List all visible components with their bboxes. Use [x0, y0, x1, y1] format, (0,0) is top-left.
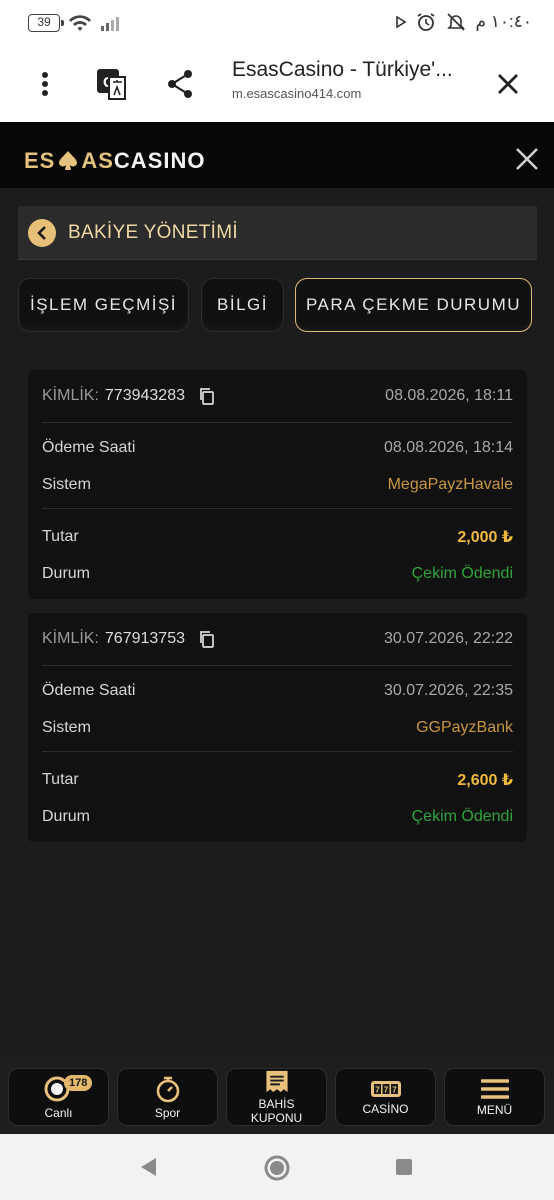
amount-label: Tutar [42, 528, 79, 545]
close-icon[interactable] [514, 146, 540, 172]
more-vert-icon[interactable] [25, 64, 65, 104]
nav-live[interactable]: 178 Canlı [8, 1068, 109, 1126]
amount-value: 2,000 ₺ [457, 529, 513, 546]
status-left: 39 [28, 14, 124, 32]
live-count-badge: 178 [64, 1075, 93, 1091]
page-title: BAKİYE YÖNETİMİ [68, 221, 238, 243]
nav-sport-label: Spor [154, 1105, 181, 1120]
withdrawal-card: KİMLİK: 767913753 30.07.2026, 22:22 Ödeme… [28, 613, 527, 842]
tab-withdrawal-status[interactable]: PARA ÇEKME DURUMU [295, 278, 532, 332]
divider [42, 665, 513, 666]
logo-text-as: AS [81, 148, 114, 173]
divider [42, 422, 513, 423]
battery-icon: 39 [28, 14, 64, 32]
nav-casino[interactable]: 777 CASİNO [335, 1068, 436, 1126]
android-nav-bar [0, 1134, 554, 1200]
copy-icon[interactable] [199, 387, 215, 405]
tab-title-group: EsasCasino - Türkiye'... m.esascasino414… [232, 58, 482, 101]
payment-time-value: 30.07.2026, 22:35 [383, 682, 513, 699]
nav-betslip[interactable]: BAHİS KUPONU [226, 1068, 327, 1126]
menu-icon [480, 1078, 509, 1099]
payment-time-value: 08.08.2026, 18:14 [383, 439, 513, 456]
site-header: ES AS CASINO [0, 122, 554, 188]
home-circle-icon[interactable] [263, 1154, 291, 1182]
created-date: 08.08.2026, 18:11 [385, 387, 513, 404]
stopwatch-icon [156, 1076, 179, 1102]
share-icon[interactable] [160, 64, 200, 104]
signal-icon [101, 17, 119, 31]
system-value: GGPayzBank [416, 719, 513, 736]
created-date: 30.07.2026, 22:22 [383, 630, 513, 647]
svg-text:7: 7 [375, 1085, 380, 1094]
wifi-icon [69, 15, 91, 31]
amount-value: 2,600 ₺ [457, 772, 513, 789]
nav-sport[interactable]: Spor [117, 1068, 218, 1126]
svg-text:7: 7 [383, 1085, 388, 1094]
play-icon [395, 16, 406, 28]
id-label: KİMLİK: [42, 387, 99, 405]
recents-square-icon[interactable] [395, 1158, 413, 1176]
status-badge: Çekim Ödendi [411, 565, 513, 582]
status-label: Durum [42, 565, 91, 582]
alarm-icon [417, 13, 434, 31]
balance-management-panel: BAKİYE YÖNETİMİ İŞLEM GEÇMİŞİ BİLGİ PARA… [0, 188, 554, 1058]
site-logo[interactable]: ES AS CASINO [24, 148, 205, 174]
panel-header: BAKİYE YÖNETİMİ [18, 206, 537, 260]
system-row: Sistem GGPayzBank [42, 716, 513, 740]
close-tab-icon[interactable] [488, 64, 528, 104]
nav-live-label: Canlı [44, 1105, 73, 1120]
translate-icon[interactable]: G [92, 64, 132, 104]
payment-time-row: Ödeme Saati 08.08.2026, 18:14 [42, 436, 513, 460]
svg-text:7: 7 [392, 1085, 397, 1094]
page-url: m.esascasino414.com [232, 86, 362, 101]
nav-casino-label: CASİNO [362, 1101, 409, 1116]
browser-bar: G EsasCasino - Türkiye'... m.esascasino4… [0, 46, 554, 122]
page-tab-title: EsasCasino - Türkiye'... [232, 58, 453, 81]
system-value: MegaPayzHavale [387, 476, 513, 493]
betslip-icon [265, 1070, 288, 1093]
payment-time-label: Ödeme Saati [42, 682, 136, 699]
divider [42, 751, 513, 752]
status-bar: 39 ١٠:٤٠ م [0, 0, 554, 46]
status-badge: Çekim Ödendi [411, 808, 513, 825]
status-right: ١٠:٤٠ م [395, 12, 533, 32]
mute-bell-icon [446, 13, 465, 31]
id-label: KİMLİK: [42, 630, 99, 648]
logo-text-es: ES [24, 148, 56, 173]
tab-info[interactable]: BİLGİ [201, 278, 284, 332]
back-button[interactable] [28, 218, 56, 247]
system-row: Sistem MegaPayzHavale [42, 473, 513, 497]
chevron-left-icon [37, 225, 46, 240]
copy-icon[interactable] [199, 630, 215, 648]
slot-icon: 777 [370, 1080, 401, 1097]
withdrawal-id: 767913753 [104, 630, 185, 648]
divider [42, 508, 513, 509]
withdrawal-id: 773943283 [104, 387, 185, 405]
bottom-nav: 178 Canlı Spor BAHİS KUPONU 777 CASİNO M… [0, 1058, 554, 1134]
clock: ١٠:٤٠ م [475, 12, 533, 31]
amount-row: Tutar 2,000 ₺ [42, 525, 513, 549]
amount-row: Tutar 2,600 ₺ [42, 768, 513, 792]
status-label: Durum [42, 808, 91, 825]
withdrawal-card: KİMLİK: 773943283 08.08.2026, 18:11 Ödeme… [28, 370, 527, 599]
tab-transaction-history[interactable]: İŞLEM GEÇMİŞİ [18, 278, 189, 332]
spade-icon [59, 151, 78, 170]
nav-betslip-label: BAHİS KUPONU [250, 1097, 303, 1125]
logo-text-casino: CASINO [113, 148, 206, 173]
status-row: Durum Çekim Ödendi [42, 562, 513, 586]
payment-time-label: Ödeme Saati [42, 439, 136, 456]
system-label: Sistem [42, 719, 91, 736]
payment-time-row: Ödeme Saati 30.07.2026, 22:35 [42, 679, 513, 703]
system-label: Sistem [42, 476, 91, 493]
card-id-row: KİMLİK: 773943283 08.08.2026, 18:11 [42, 384, 513, 408]
nav-menu[interactable]: MENÜ [444, 1068, 545, 1126]
tab-bar: İŞLEM GEÇMİŞİ BİLGİ PARA ÇEKME DURUMU [18, 278, 554, 334]
amount-label: Tutar [42, 771, 79, 788]
nav-menu-label: MENÜ [476, 1102, 513, 1117]
status-row: Durum Çekim Ödendi [42, 805, 513, 829]
card-id-row: KİMLİK: 767913753 30.07.2026, 22:22 [42, 627, 513, 651]
back-triangle-icon[interactable] [138, 1156, 158, 1178]
